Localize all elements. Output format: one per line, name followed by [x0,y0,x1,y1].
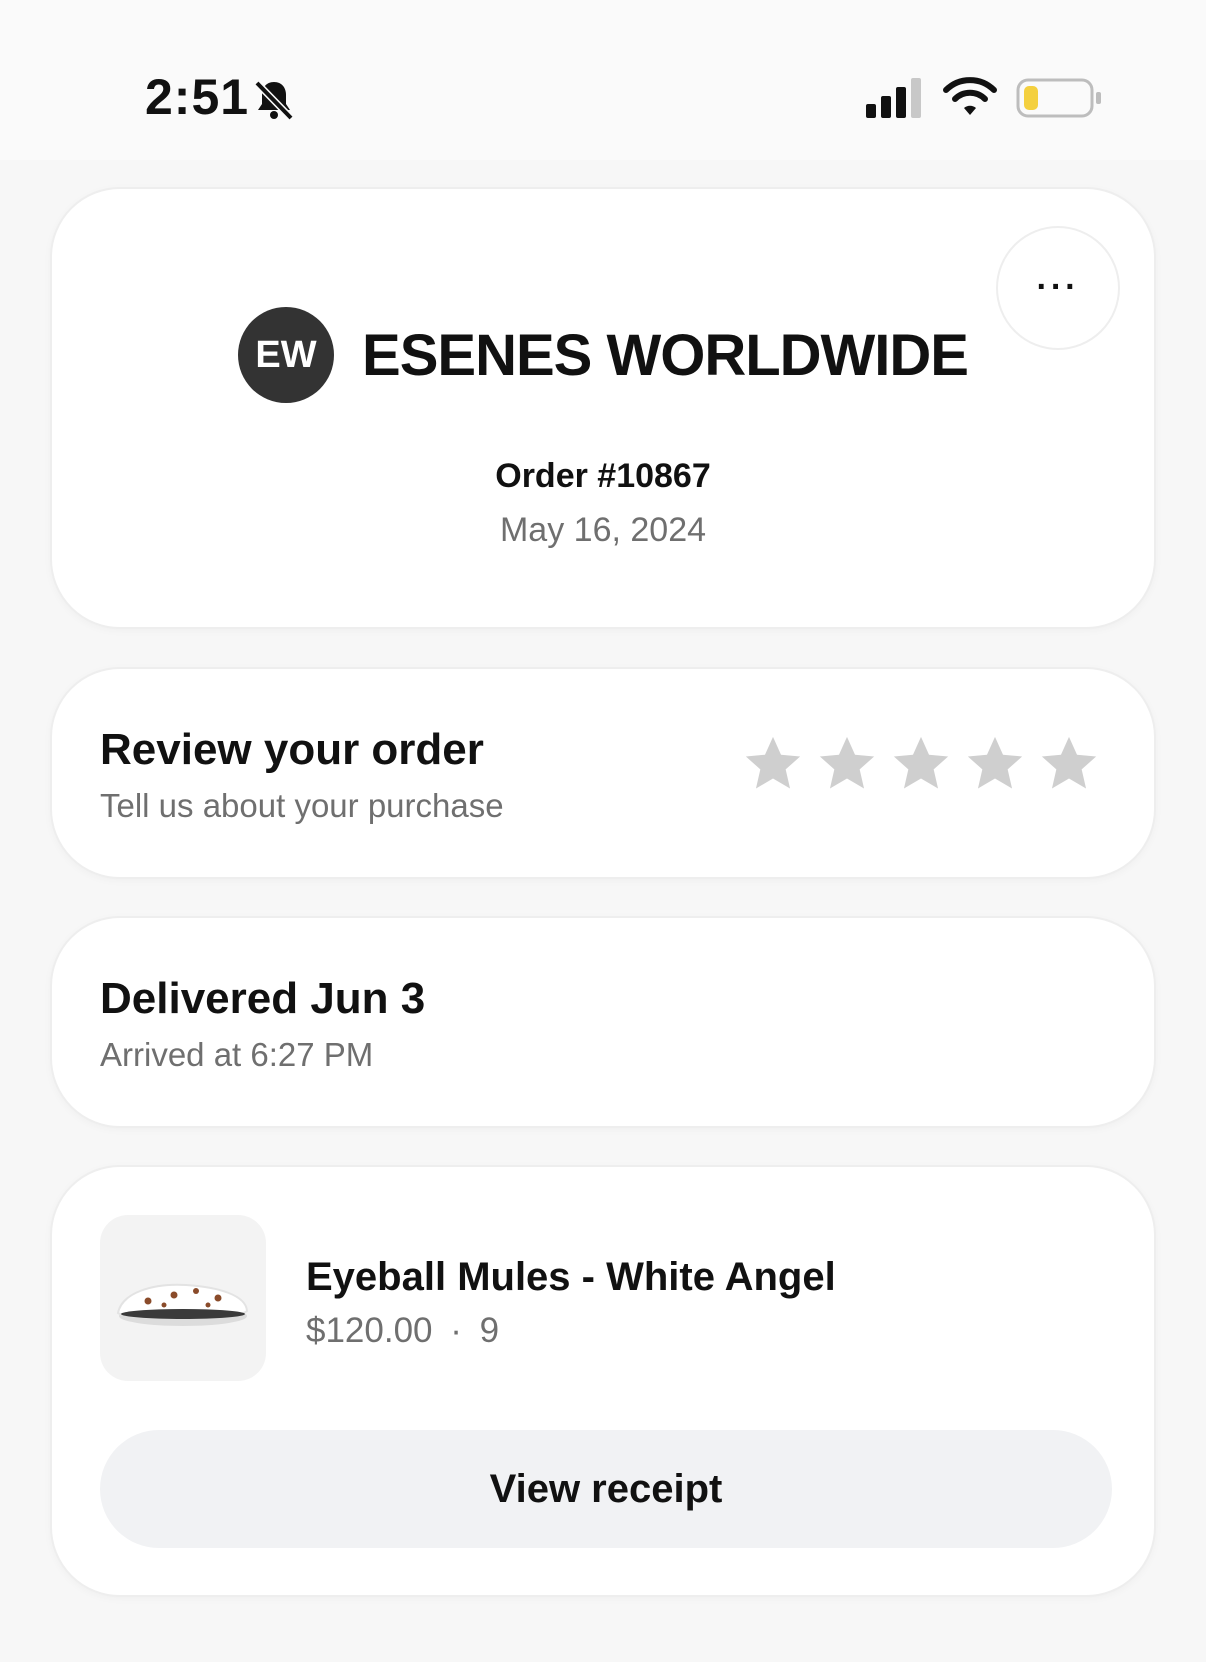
product-size: 9 [479,1311,500,1350]
order-number: Order #10867 [495,457,711,495]
merchant-row: EW ESENES WORLDWIDE [52,307,1154,403]
cellular-signal-icon [866,78,924,120]
status-time: 2:51 [145,69,250,125]
review-title: Review your order [100,725,484,774]
product-name: Eyeball Mules - White Angel [306,1255,836,1299]
star-icon-5[interactable] [1038,733,1100,795]
battery-low-icon [1016,78,1102,118]
delivery-card[interactable]: Delivered Jun 3 Arrived at 6:27 PM [50,916,1156,1128]
product-meta: $120.00 · 9 [306,1311,499,1351]
meta-separator: · [450,1311,462,1350]
star-icon-3[interactable] [890,733,952,795]
view-receipt-button[interactable]: View receipt [100,1430,1112,1548]
product-price: $120.00 [306,1311,433,1350]
star-icon-1[interactable] [742,733,804,795]
product-image[interactable] [100,1215,266,1381]
review-subtitle: Tell us about your purchase [100,787,504,824]
merchant-avatar: EW [238,307,335,403]
delivery-subtitle: Arrived at 6:27 PM [100,1036,374,1073]
wifi-icon [942,76,998,118]
star-icon-2[interactable] [816,733,878,795]
star-rating [742,733,1112,795]
more-dots-icon: ··· [1036,268,1080,306]
status-bar: 2:51 [0,0,1206,160]
bell-slash-icon [250,76,298,124]
delivery-title: Delivered Jun 3 [100,974,426,1023]
merchant-name: ESENES WORLDWIDE [362,322,969,388]
order-date: May 16, 2024 [499,511,707,549]
star-icon-4[interactable] [964,733,1026,795]
review-card: Review your order Tell us about your pur… [50,667,1156,879]
item-card: Eyeball Mules - White Angel $120.00 · 9 … [50,1165,1156,1597]
order-header-card: ··· EW ESENES WORLDWIDE Order #10867 May… [50,187,1156,629]
